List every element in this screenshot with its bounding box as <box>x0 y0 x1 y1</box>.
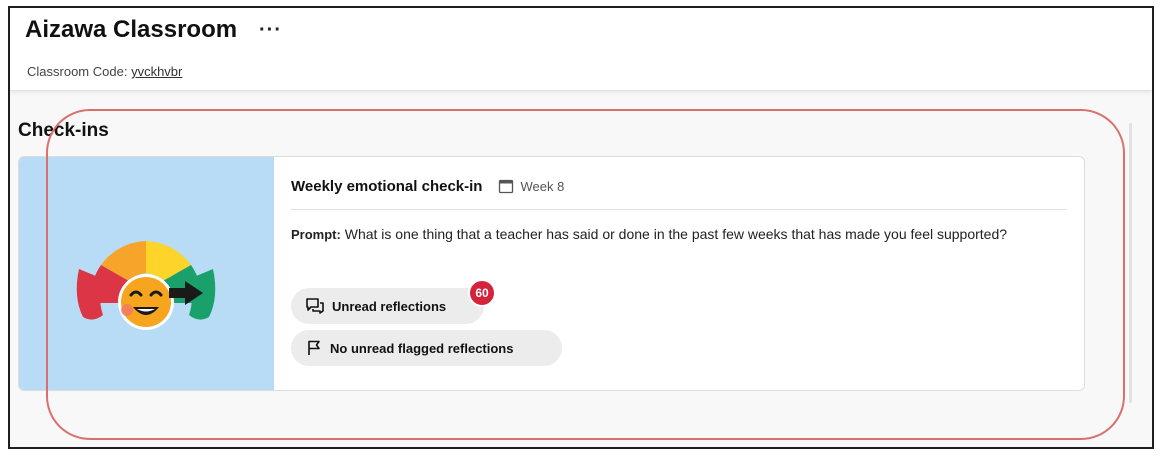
emotion-meter-icon <box>76 241 216 330</box>
checkin-title-row: Weekly emotional check-in Week 8 <box>291 175 1068 197</box>
flag-icon <box>308 340 320 355</box>
more-options-button[interactable]: ··· <box>259 19 282 42</box>
scrollbar[interactable] <box>1129 123 1132 403</box>
checkin-image <box>19 157 274 390</box>
flagged-reflections-button[interactable]: No unread flagged reflections <box>291 330 562 366</box>
classroom-title: Aizawa Classroom <box>25 16 238 43</box>
chat-icon <box>306 298 324 314</box>
unread-count-badge: 60 <box>468 279 496 307</box>
section-title: Check-ins <box>18 120 109 141</box>
divider <box>291 209 1067 210</box>
prompt-label: Prompt: <box>291 227 341 242</box>
app-window: Aizawa Classroom ··· Classroom Code: yvc… <box>8 6 1154 449</box>
checkin-prompt: Prompt: What is one thing that a teacher… <box>291 224 1067 245</box>
checkin-details: Weekly emotional check-in Week 8 Prompt:… <box>291 175 1068 245</box>
classroom-header: Aizawa Classroom ··· Classroom Code: yvc… <box>10 8 1152 91</box>
unread-reflections-button[interactable]: Unread reflections <box>291 288 484 324</box>
checkin-title[interactable]: Weekly emotional check-in <box>291 178 482 195</box>
classroom-code-value[interactable]: yvckhvbr <box>131 64 182 79</box>
classroom-code-label: Classroom Code: <box>27 64 128 79</box>
calendar-icon <box>499 179 514 194</box>
unread-reflections-label: Unread reflections <box>332 298 447 314</box>
flagged-reflections-label: No unread flagged reflections <box>330 340 514 356</box>
checkin-card[interactable]: Weekly emotional check-in Week 8 Prompt:… <box>18 156 1085 391</box>
prompt-text: What is one thing that a teacher has sai… <box>344 226 1008 242</box>
classroom-code: Classroom Code: yvckhvbr <box>27 64 182 79</box>
week-label: Week 8 <box>520 178 565 194</box>
